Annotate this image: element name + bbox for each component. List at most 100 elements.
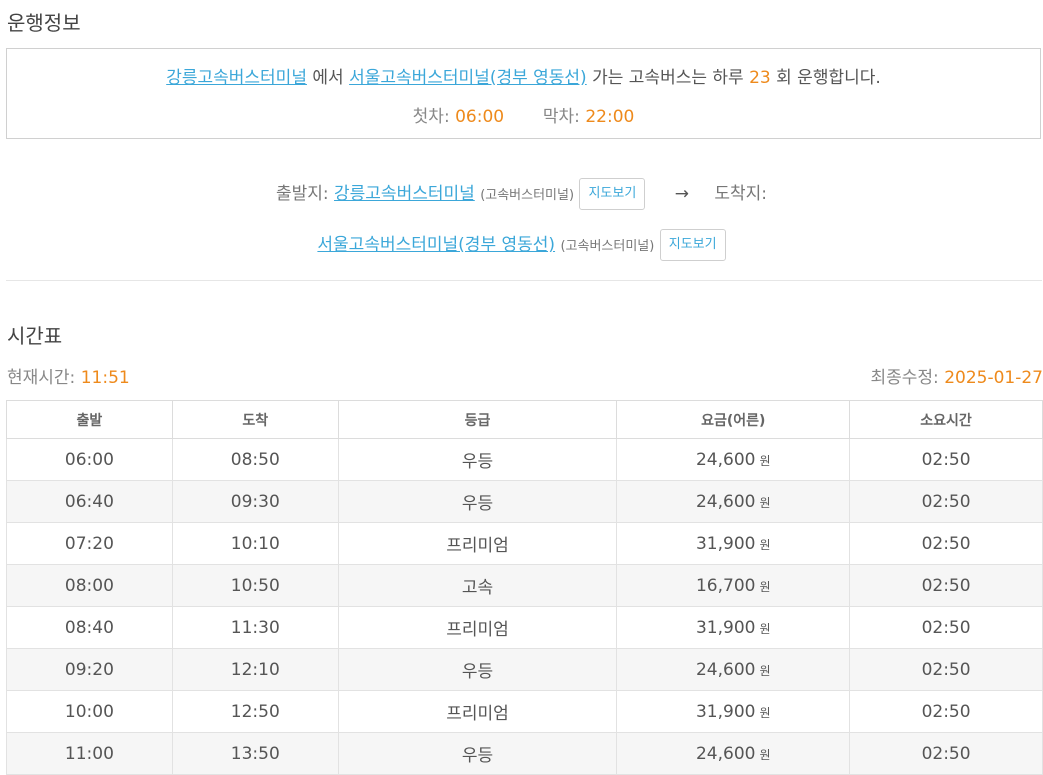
fare-amount: 31,900 [696, 618, 755, 638]
fare-cell: 24,600 원 [617, 733, 850, 775]
column-header-depart[interactable]: 출발 [7, 401, 173, 439]
departure-map-button[interactable]: 지도보기 [579, 178, 645, 210]
bus-grade: 우등 [338, 649, 617, 691]
last-updated-value: 2025-01-27 [944, 368, 1043, 388]
arrive-time: 13:50 [172, 733, 338, 775]
duration: 02:50 [850, 523, 1043, 565]
fare-cell: 24,600 원 [617, 439, 850, 481]
depart-time: 06:00 [7, 439, 173, 481]
depart-time: 10:00 [7, 691, 173, 733]
from-text: 에서 [312, 68, 343, 88]
bus-grade: 우등 [338, 733, 617, 775]
last-updated-label: 최종수정: [871, 368, 939, 388]
destination-link[interactable]: 서울고속버스터미널(경부 영동선) [349, 68, 587, 88]
departure-label: 출발지: [276, 184, 329, 204]
departure-row: 출발지: 강릉고속버스터미널 (고속버스터미널) 지도보기 → 도착지: [0, 178, 1043, 210]
table-row[interactable]: 07:20 10:10 프리미엄 31,900 원 02:50 [7, 523, 1043, 565]
duration: 02:50 [850, 481, 1043, 523]
first-bus-time: 06:00 [455, 107, 504, 127]
departure-terminal-type: (고속버스터미널) [480, 188, 574, 203]
depart-time: 09:20 [7, 649, 173, 691]
arrival-terminal-type: (고속버스터미널) [560, 239, 654, 254]
arrive-time: 10:50 [172, 565, 338, 607]
section-title-info: 운행정보 [7, 7, 81, 36]
last-bus-time: 22:00 [585, 107, 634, 127]
table-row[interactable]: 06:00 08:50 우등 24,600 원 02:50 [7, 439, 1043, 481]
currency-unit: 원 [759, 538, 770, 552]
currency-unit: 원 [759, 706, 770, 720]
table-row[interactable]: 08:40 11:30 프리미엄 31,900 원 02:50 [7, 607, 1043, 649]
arrive-time: 12:10 [172, 649, 338, 691]
fare-cell: 24,600 원 [617, 481, 850, 523]
duration: 02:50 [850, 649, 1043, 691]
arrival-map-button[interactable]: 지도보기 [660, 229, 726, 261]
depart-time: 08:40 [7, 607, 173, 649]
bus-grade: 프리미엄 [338, 691, 617, 733]
departure-terminal-link[interactable]: 강릉고속버스터미널 [334, 184, 475, 204]
bus-grade: 고속 [338, 565, 617, 607]
currency-unit: 원 [759, 496, 770, 510]
duration: 02:50 [850, 691, 1043, 733]
mid-text: 가는 고속버스는 하루 [592, 68, 744, 88]
fare-amount: 24,600 [696, 492, 755, 512]
fare-cell: 31,900 원 [617, 523, 850, 565]
depart-time: 08:00 [7, 565, 173, 607]
currency-unit: 원 [759, 748, 770, 762]
arrive-time: 12:50 [172, 691, 338, 733]
bus-grade: 프리미엄 [338, 523, 617, 565]
currency-unit: 원 [759, 580, 770, 594]
arrival-terminal-link[interactable]: 서울고속버스터미널(경부 영동선) [317, 235, 555, 255]
table-row[interactable]: 06:40 09:30 우등 24,600원 02:50 [7, 481, 1043, 523]
daily-count: 23 [749, 68, 771, 88]
arrive-time: 09:30 [172, 481, 338, 523]
bus-grade: 프리미엄 [338, 607, 617, 649]
fare-amount: 24,600 [696, 744, 755, 764]
current-time-label: 현재시간: [7, 368, 75, 388]
fare-cell: 31,900 원 [617, 691, 850, 733]
fare-cell: 31,900 원 [617, 607, 850, 649]
duration: 02:50 [850, 607, 1043, 649]
origin-link[interactable]: 강릉고속버스터미널 [166, 68, 307, 88]
fare-cell: 24,600 원 [617, 649, 850, 691]
first-bus-label: 첫차: [413, 107, 450, 127]
table-row[interactable]: 09:20 12:10 우등 24,600 원 02:50 [7, 649, 1043, 691]
column-header-arrive[interactable]: 도착 [172, 401, 338, 439]
duration: 02:50 [850, 439, 1043, 481]
arrival-row: 서울고속버스터미널(경부 영동선) (고속버스터미널) 지도보기 [0, 229, 1043, 261]
last-updated: 최종수정: 2025-01-27 [871, 363, 1043, 388]
fare-amount: 16,700 [696, 576, 755, 596]
last-bus-label: 막차: [543, 107, 580, 127]
current-time: 현재시간: 11:51 [7, 363, 130, 388]
info-box: 강릉고속버스터미널 에서 서울고속버스터미널(경부 영동선) 가는 고속버스는 … [6, 48, 1041, 139]
arrow-right-icon: → [675, 184, 689, 204]
fare-cell: 16,700 원 [617, 565, 850, 607]
table-row[interactable]: 11:00 13:50 우등 24,600원 02:50 [7, 733, 1043, 775]
fare-amount: 24,600 [696, 450, 755, 470]
current-time-value: 11:51 [81, 368, 130, 388]
arrive-time: 08:50 [172, 439, 338, 481]
arrive-time: 11:30 [172, 607, 338, 649]
depart-time: 11:00 [7, 733, 173, 775]
table-row[interactable]: 08:00 10:50 고속 16,700 원 02:50 [7, 565, 1043, 607]
fare-amount: 24,600 [696, 660, 755, 680]
depart-time: 07:20 [7, 523, 173, 565]
tail-text: 회 운행합니다. [776, 68, 881, 88]
currency-unit: 원 [759, 454, 770, 468]
column-header-grade[interactable]: 등급 [338, 401, 617, 439]
section-title-timetable: 시간표 [7, 320, 62, 349]
bus-grade: 우등 [338, 481, 617, 523]
bus-grade: 우등 [338, 439, 617, 481]
currency-unit: 원 [759, 664, 770, 678]
timetable-table: 출발 도착 등급 요금(어른) 소요시간 06:00 08:50 우등 24,6… [6, 400, 1043, 775]
column-header-fare[interactable]: 요금(어른) [617, 401, 850, 439]
first-last-bus: 첫차: 06:00 막차: 22:00 [7, 102, 1040, 127]
column-header-duration[interactable]: 소요시간 [850, 401, 1043, 439]
duration: 02:50 [850, 565, 1043, 607]
arrive-time: 10:10 [172, 523, 338, 565]
info-summary: 강릉고속버스터미널 에서 서울고속버스터미널(경부 영동선) 가는 고속버스는 … [7, 63, 1040, 88]
table-row[interactable]: 10:00 12:50 프리미엄 31,900 원 02:50 [7, 691, 1043, 733]
fare-amount: 31,900 [696, 702, 755, 722]
currency-unit: 원 [759, 622, 770, 636]
fare-amount: 31,900 [696, 534, 755, 554]
arrival-label: 도착지: [714, 184, 767, 204]
